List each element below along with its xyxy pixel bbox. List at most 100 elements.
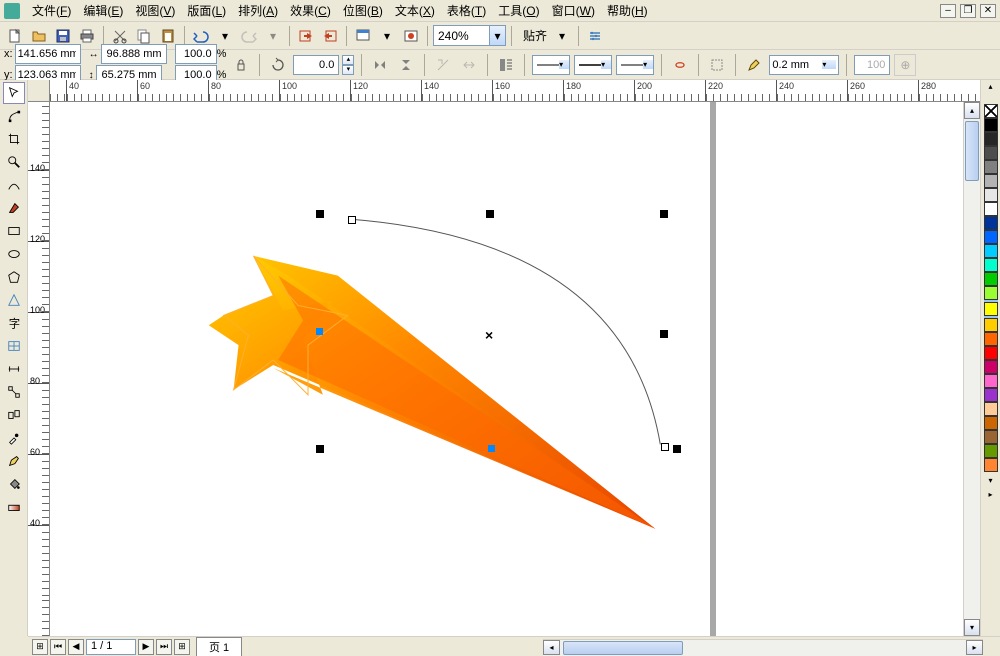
width-field[interactable] [101, 44, 167, 64]
scroll-right-button[interactable]: ▸ [966, 640, 983, 655]
rotation-down[interactable]: ▾ [342, 65, 354, 75]
page-add-button[interactable]: ⊞ [32, 639, 48, 655]
crop-tool[interactable] [3, 128, 25, 150]
polygon-tool[interactable] [3, 266, 25, 288]
mirror-v-button[interactable] [395, 54, 417, 76]
menu-tools[interactable]: 工具(O) [492, 0, 545, 21]
color-swatch-selected[interactable] [984, 302, 998, 316]
menu-view[interactable]: 视图(V) [129, 0, 181, 21]
vertical-ruler[interactable]: 40 60 80 100 120 140 160 180 [28, 102, 50, 636]
fill-tool[interactable] [3, 473, 25, 495]
color-swatch[interactable] [984, 416, 998, 430]
snap-dropdown[interactable]: ▾ [551, 25, 573, 47]
welcome-button[interactable] [400, 25, 422, 47]
path-start-button[interactable] [432, 54, 454, 76]
prev-page-button[interactable]: ◀ [68, 639, 84, 655]
menu-arrange[interactable]: 排列(A) [232, 0, 284, 21]
shape-tool[interactable] [3, 105, 25, 127]
color-swatch[interactable] [984, 346, 998, 360]
color-swatch[interactable] [984, 202, 998, 216]
node-start[interactable] [316, 328, 323, 335]
page-add-after-button[interactable]: ⊞ [174, 639, 190, 655]
color-swatch[interactable] [984, 402, 998, 416]
color-swatch[interactable] [984, 374, 998, 388]
end-arrow-combo[interactable]: ▾ [616, 55, 654, 75]
color-swatch[interactable] [984, 132, 998, 146]
path-reverse-button[interactable] [458, 54, 480, 76]
menu-file[interactable]: 文件(F) [26, 0, 77, 21]
color-swatch[interactable] [984, 160, 998, 174]
horizontal-ruler[interactable]: 40 60 80 100 120 140 160 180 200 220 240… [50, 80, 980, 102]
color-swatch[interactable] [984, 286, 998, 300]
palette-scroll-down[interactable]: ▾ [988, 476, 992, 490]
color-swatch[interactable] [984, 174, 998, 188]
maximize-button[interactable]: ❐ [960, 4, 976, 18]
pick-tool[interactable] [3, 82, 25, 104]
basic-shapes-tool[interactable] [3, 289, 25, 311]
vertical-scrollbar[interactable]: ▴ ▾ [963, 102, 980, 636]
color-swatch[interactable] [984, 188, 998, 202]
freehand-tool[interactable] [3, 174, 25, 196]
wrap-button[interactable] [495, 54, 517, 76]
first-page-button[interactable]: ⏮ [50, 639, 66, 655]
options-button[interactable] [584, 25, 606, 47]
last-page-button[interactable]: ⏭ [156, 639, 172, 655]
color-swatch[interactable] [984, 244, 998, 258]
palette-flyout[interactable]: ▸ [988, 490, 992, 504]
page-tab[interactable]: 页 1 [196, 637, 242, 656]
node-mid[interactable] [488, 445, 495, 452]
selection-handle-tl[interactable] [316, 210, 324, 218]
zoom-tool[interactable] [3, 151, 25, 173]
interactive-blend-tool[interactable] [3, 404, 25, 426]
menu-help[interactable]: 帮助(H) [601, 0, 654, 21]
outline-width-combo[interactable]: ▾ [769, 55, 839, 75]
menu-bitmap[interactable]: 位图(B) [337, 0, 389, 21]
palette-scroll-up[interactable]: ▴ [988, 82, 992, 96]
interactive-fill-tool[interactable] [3, 496, 25, 518]
next-page-button[interactable]: ▶ [138, 639, 154, 655]
scale-x-field[interactable] [175, 44, 217, 64]
page-number-field[interactable]: 1 / 1 [86, 639, 136, 655]
ellipse-tool[interactable] [3, 243, 25, 265]
selection-handle-br[interactable] [673, 445, 681, 453]
mirror-h-button[interactable] [369, 54, 391, 76]
curve-endpoint-end[interactable] [661, 443, 669, 451]
rotation-field[interactable] [293, 55, 339, 75]
menu-window[interactable]: 窗口(W) [546, 0, 601, 21]
dimension-tool[interactable] [3, 358, 25, 380]
color-swatch[interactable] [984, 216, 998, 230]
color-swatch[interactable] [984, 332, 998, 346]
scroll-v-thumb[interactable] [965, 121, 979, 181]
export-button[interactable] [319, 25, 341, 47]
selection-center[interactable]: × [485, 327, 493, 343]
scroll-left-button[interactable]: ◂ [543, 640, 560, 655]
color-swatch[interactable] [984, 272, 998, 286]
close-curve-button[interactable] [669, 54, 691, 76]
text-tool[interactable]: 字 [3, 312, 25, 334]
scroll-h-thumb[interactable] [563, 641, 683, 655]
selection-handle-tr[interactable] [660, 210, 668, 218]
color-swatch[interactable] [984, 430, 998, 444]
menu-edit[interactable]: 编辑(E) [77, 0, 129, 21]
app-launcher-button[interactable] [352, 25, 374, 47]
menu-layout[interactable]: 版面(L) [181, 0, 232, 21]
redo-dropdown[interactable]: ▾ [262, 25, 284, 47]
outline-tool[interactable] [3, 450, 25, 472]
selection-handle-tc[interactable] [486, 210, 494, 218]
redo-button[interactable] [238, 25, 260, 47]
zoom-input[interactable] [434, 29, 489, 43]
import-button[interactable] [295, 25, 317, 47]
zoom-combo[interactable]: ▾ [433, 25, 506, 46]
close-button[interactable]: ✕ [980, 4, 996, 18]
color-swatch[interactable] [984, 444, 998, 458]
scroll-up-button[interactable]: ▴ [964, 102, 980, 119]
connector-tool[interactable] [3, 381, 25, 403]
zoom-dropdown[interactable]: ▾ [489, 26, 505, 45]
scroll-down-button[interactable]: ▾ [964, 619, 980, 636]
color-swatch[interactable] [984, 318, 998, 332]
lock-ratio-button[interactable] [230, 54, 252, 76]
no-color-swatch[interactable] [984, 104, 998, 118]
smart-fill-tool[interactable] [3, 197, 25, 219]
start-arrow-combo[interactable]: ▾ [532, 55, 570, 75]
bounding-box-button[interactable] [706, 54, 728, 76]
